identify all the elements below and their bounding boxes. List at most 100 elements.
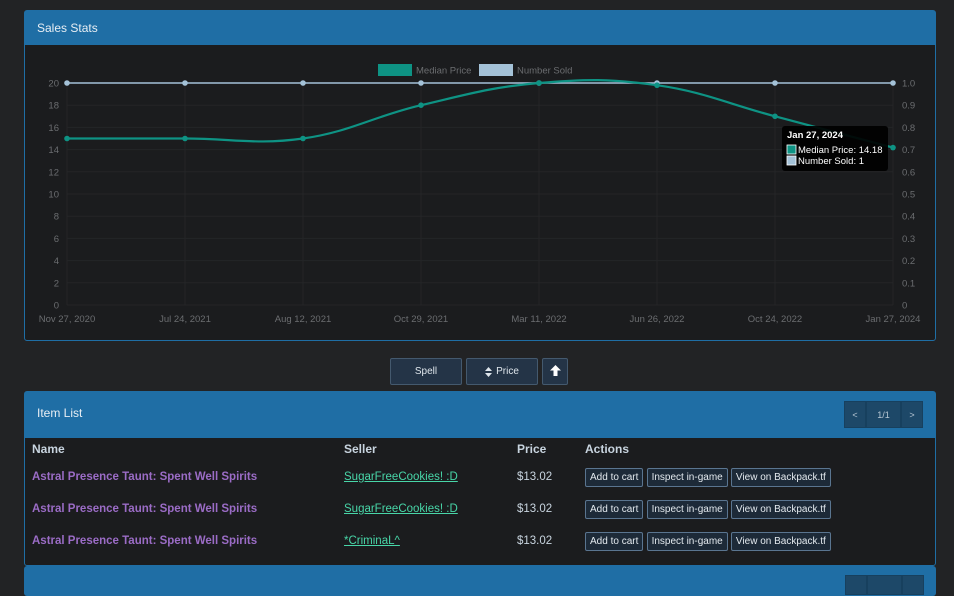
x-tick-label: Aug 12, 2021 <box>275 314 332 325</box>
sort-icon <box>485 366 493 377</box>
median-price-point <box>300 135 306 142</box>
y-right-tick-label: 0.9 <box>902 101 915 112</box>
median-price-point <box>418 102 424 108</box>
y-right-tick-label: 0.4 <box>902 212 915 223</box>
number-sold-point <box>64 80 70 86</box>
seller-link[interactable]: *CriminaL^ <box>344 535 400 547</box>
tooltip-swatch <box>786 155 797 166</box>
legend-swatch-number-sold <box>479 64 513 76</box>
column-price: Price <box>517 442 547 456</box>
item-table: Name Seller Price Actions Astral Presenc… <box>32 437 831 557</box>
tooltip-swatch <box>786 144 797 155</box>
seller-link[interactable]: SugarFreeCookies! :D <box>344 503 458 515</box>
item-list-title: Item List <box>37 406 83 420</box>
view-on-backpack-button[interactable]: View on Backpack.tf <box>730 531 831 551</box>
view-on-backpack-button[interactable]: View on Backpack.tf <box>730 467 831 487</box>
add-to-cart-button[interactable]: Add to cart <box>585 467 644 487</box>
view-on-backpack-button[interactable]: View on Backpack.tf <box>730 499 831 519</box>
row-actions: Add to cart Inspect in-game View on Back… <box>585 493 831 525</box>
sort-spell-label: Spell <box>414 366 438 377</box>
y-left-tick-label: 4 <box>54 256 59 267</box>
sort-price-label: Price <box>496 366 519 377</box>
y-right-tick-label: 0 <box>902 301 907 312</box>
y-right-tick-label: 1.0 <box>902 79 915 90</box>
item-name: Astral Presence Taunt: Spent Well Spirit… <box>32 471 258 483</box>
arrow-up-icon <box>549 364 561 379</box>
x-tick-label: Oct 24, 2022 <box>748 314 802 325</box>
next-panel-prev-button[interactable] <box>845 575 867 595</box>
table-row: Astral Presence Taunt: Spent Well Spirit… <box>32 461 831 493</box>
y-right-tick-label: 0.7 <box>902 145 915 156</box>
next-panel-pagination <box>845 575 924 595</box>
sort-direction-button[interactable] <box>542 358 568 385</box>
x-tick-label: Jan 27, 2024 <box>866 314 921 325</box>
median-price-line <box>66 78 894 149</box>
tooltip-line: Number Sold: 1 <box>798 156 864 167</box>
number-sold-point <box>890 80 896 86</box>
tooltip-line: Median Price: 14.18 <box>798 145 883 156</box>
number-sold-point <box>772 80 778 86</box>
number-sold-point <box>300 80 306 86</box>
number-sold-point <box>182 80 188 86</box>
column-actions: Actions <box>585 442 630 456</box>
sales-stats-title: Sales Stats <box>25 11 935 45</box>
y-left-tick-label: 10 <box>48 190 59 201</box>
y-left-tick-label: 12 <box>48 167 59 178</box>
legend-label-number-sold: Number Sold <box>517 66 572 77</box>
y-right-tick-label: 0.5 <box>902 190 915 201</box>
add-to-cart-button[interactable]: Add to cart <box>585 531 644 551</box>
item-name: Astral Presence Taunt: Spent Well Spirit… <box>32 535 258 547</box>
sort-price-button[interactable]: Price <box>466 358 538 385</box>
item-price: $13.02 <box>517 535 553 547</box>
next-panel-next-button[interactable] <box>902 575 924 595</box>
y-right-tick-label: 0.1 <box>902 278 915 289</box>
inspect-in-game-button[interactable]: Inspect in-game <box>646 499 728 519</box>
median-price-point <box>654 82 660 89</box>
y-left-tick-label: 0 <box>54 301 59 312</box>
item-price: $13.02 <box>517 503 553 515</box>
add-to-cart-button[interactable]: Add to cart <box>585 499 644 519</box>
legend-label-median-price: Median Price <box>416 66 471 77</box>
next-panel-page-indicator <box>867 575 902 595</box>
item-price: $13.02 <box>517 471 553 483</box>
y-left-tick-label: 8 <box>54 212 59 223</box>
row-actions: Add to cart Inspect in-game View on Back… <box>585 525 831 557</box>
y-right-tick-label: 0.8 <box>902 123 915 134</box>
legend-swatch-median-price <box>378 64 412 76</box>
y-right-tick-label: 0.3 <box>902 234 915 245</box>
y-left-tick-label: 20 <box>48 79 59 90</box>
sales-chart[interactable]: 0 2 4 6 8 10 12 14 16 18 20 0 0.1 0.2 0.3 0.4 0.5 0.6 0.7 0… <box>25 45 935 341</box>
next-page-button[interactable]: > <box>901 401 923 428</box>
y-left-tick-label: 6 <box>54 234 59 245</box>
x-tick-label: Oct 29, 2021 <box>394 314 448 325</box>
table-header-row: Name Seller Price Actions <box>32 437 831 461</box>
median-price-point <box>182 135 188 142</box>
median-price-point <box>64 135 70 142</box>
x-tick-label: Nov 27, 2020 <box>39 314 96 325</box>
column-name: Name <box>32 442 65 456</box>
sort-spell-button[interactable]: Spell <box>390 358 462 385</box>
inspect-in-game-button[interactable]: Inspect in-game <box>646 531 728 551</box>
seller-link[interactable]: SugarFreeCookies! :D <box>344 471 458 483</box>
y-left-tick-label: 16 <box>48 123 59 134</box>
x-tick-label: Mar 11, 2022 <box>511 314 566 325</box>
sort-bar: Spell Price <box>390 358 568 385</box>
column-seller: Seller <box>344 442 377 456</box>
median-price-point <box>536 80 542 86</box>
x-tick-label: Jun 26, 2022 <box>630 314 685 325</box>
y-left-tick-label: 18 <box>48 101 59 112</box>
prev-page-button[interactable]: < <box>844 401 866 428</box>
y-right-tick-label: 0.2 <box>902 256 915 267</box>
item-name: Astral Presence Taunt: Spent Well Spirit… <box>32 503 258 515</box>
y-left-tick-label: 2 <box>54 278 59 289</box>
x-tick-label: Jul 24, 2021 <box>159 314 211 325</box>
median-price-point <box>890 144 896 151</box>
inspect-in-game-button[interactable]: Inspect in-game <box>646 467 728 487</box>
next-panel-header <box>24 566 936 596</box>
y-right-tick-label: 0.6 <box>902 167 915 178</box>
item-list-header: Item List < 1/1 > <box>25 392 935 438</box>
row-actions: Add to cart Inspect in-game View on Back… <box>585 461 831 493</box>
pagination: < 1/1 > <box>844 401 923 428</box>
table-row: Astral Presence Taunt: Spent Well Spirit… <box>32 525 831 557</box>
y-left-tick-label: 14 <box>48 145 59 156</box>
